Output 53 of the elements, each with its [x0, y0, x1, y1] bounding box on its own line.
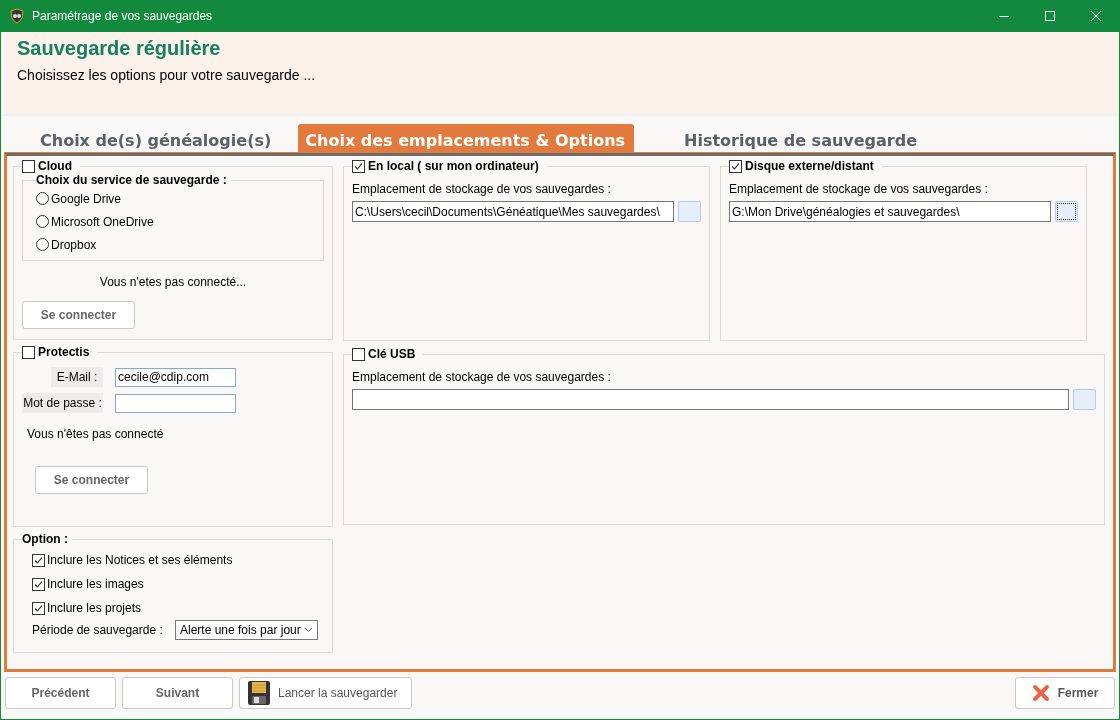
save-button[interactable]: Lancer la sauvegarder — [239, 677, 412, 709]
password-field[interactable] — [115, 393, 236, 413]
checkbox[interactable] — [22, 159, 35, 173]
checkbox[interactable] — [352, 347, 365, 361]
group-title: Disque externe/distant — [745, 159, 874, 173]
checkbox-label: Inclure les projets — [47, 601, 142, 615]
checkbox-label: Inclure les Notices et ses éléments — [47, 553, 233, 567]
radio-button[interactable] — [36, 192, 49, 205]
group-title: Cloud — [38, 159, 72, 173]
checkbox[interactable] — [32, 601, 45, 615]
connect-button[interactable]: Se connecter — [22, 301, 135, 329]
nav-button[interactable]: Précédent — [5, 677, 116, 709]
close-button[interactable]: Fermer — [1015, 677, 1115, 709]
window-title: Paramétrage de vos sauvegardes — [32, 9, 213, 23]
group-title: Option : — [22, 532, 69, 546]
group-title: Choix du service de sauvegarde : — [36, 173, 228, 187]
period-dropdown[interactable]: Alerte une fois par jour — [175, 620, 318, 640]
radio-button[interactable] — [36, 238, 49, 251]
checkbox-label: Inclure les images — [47, 577, 144, 591]
page-subtitle: Choisissez les options pour votre sauvegarde ... — [17, 67, 317, 83]
field-label: Emplacement de stockage de vos sauvegardes : — [352, 182, 612, 196]
tab[interactable]: Choix de(s) généalogie(s) — [9, 124, 288, 153]
status-text: Vous n'etes pas connecté... — [98, 275, 248, 289]
field-label: Mot de passe : — [22, 393, 103, 413]
radio-button[interactable] — [36, 215, 49, 228]
connect-button[interactable]: Se connecter — [35, 466, 148, 494]
field-label: E-Mail : — [51, 367, 103, 387]
nav-button[interactable]: Suivant — [122, 677, 233, 709]
chevron-down-icon — [304, 627, 313, 633]
field-label: Période de sauvegarde : — [32, 623, 164, 637]
field-label: Emplacement de stockage de vos sauvegardes : — [729, 182, 989, 196]
checkbox[interactable] — [22, 345, 35, 359]
group-title: En local ( sur mon ordinateur) — [368, 159, 539, 173]
shield-icon — [9, 8, 25, 24]
path-field[interactable] — [352, 389, 1069, 410]
radio-label: Google Drive — [51, 191, 122, 206]
field-label: Emplacement de stockage de vos sauvegardes : — [352, 370, 612, 384]
email-field[interactable]: cecile@cdip.com — [115, 367, 236, 387]
page-title: Sauvegarde régulière — [17, 37, 222, 60]
group-title: Protectis — [38, 345, 90, 359]
browse-button[interactable] — [1055, 201, 1078, 222]
checkbox[interactable] — [32, 553, 45, 567]
checkbox[interactable] — [729, 159, 742, 173]
radio-label: Dropbox — [51, 237, 97, 252]
close-icon — [1031, 684, 1050, 702]
checkbox[interactable] — [32, 577, 45, 591]
status-text: Vous n'êtes pas connecté — [27, 427, 165, 441]
path-field[interactable]: C:\Users\cecil\Documents\Généatique\Mes sauvegardes\ — [352, 201, 674, 222]
radio-label: Microsoft OneDrive — [51, 214, 154, 229]
tab[interactable]: Historique de sauvegarde — [653, 124, 934, 153]
path-field[interactable]: G:\Mon Drive\généalogies et sauvegardes\ — [729, 201, 1051, 222]
checkbox[interactable] — [352, 159, 365, 173]
group-title: Clé USB — [368, 347, 416, 361]
